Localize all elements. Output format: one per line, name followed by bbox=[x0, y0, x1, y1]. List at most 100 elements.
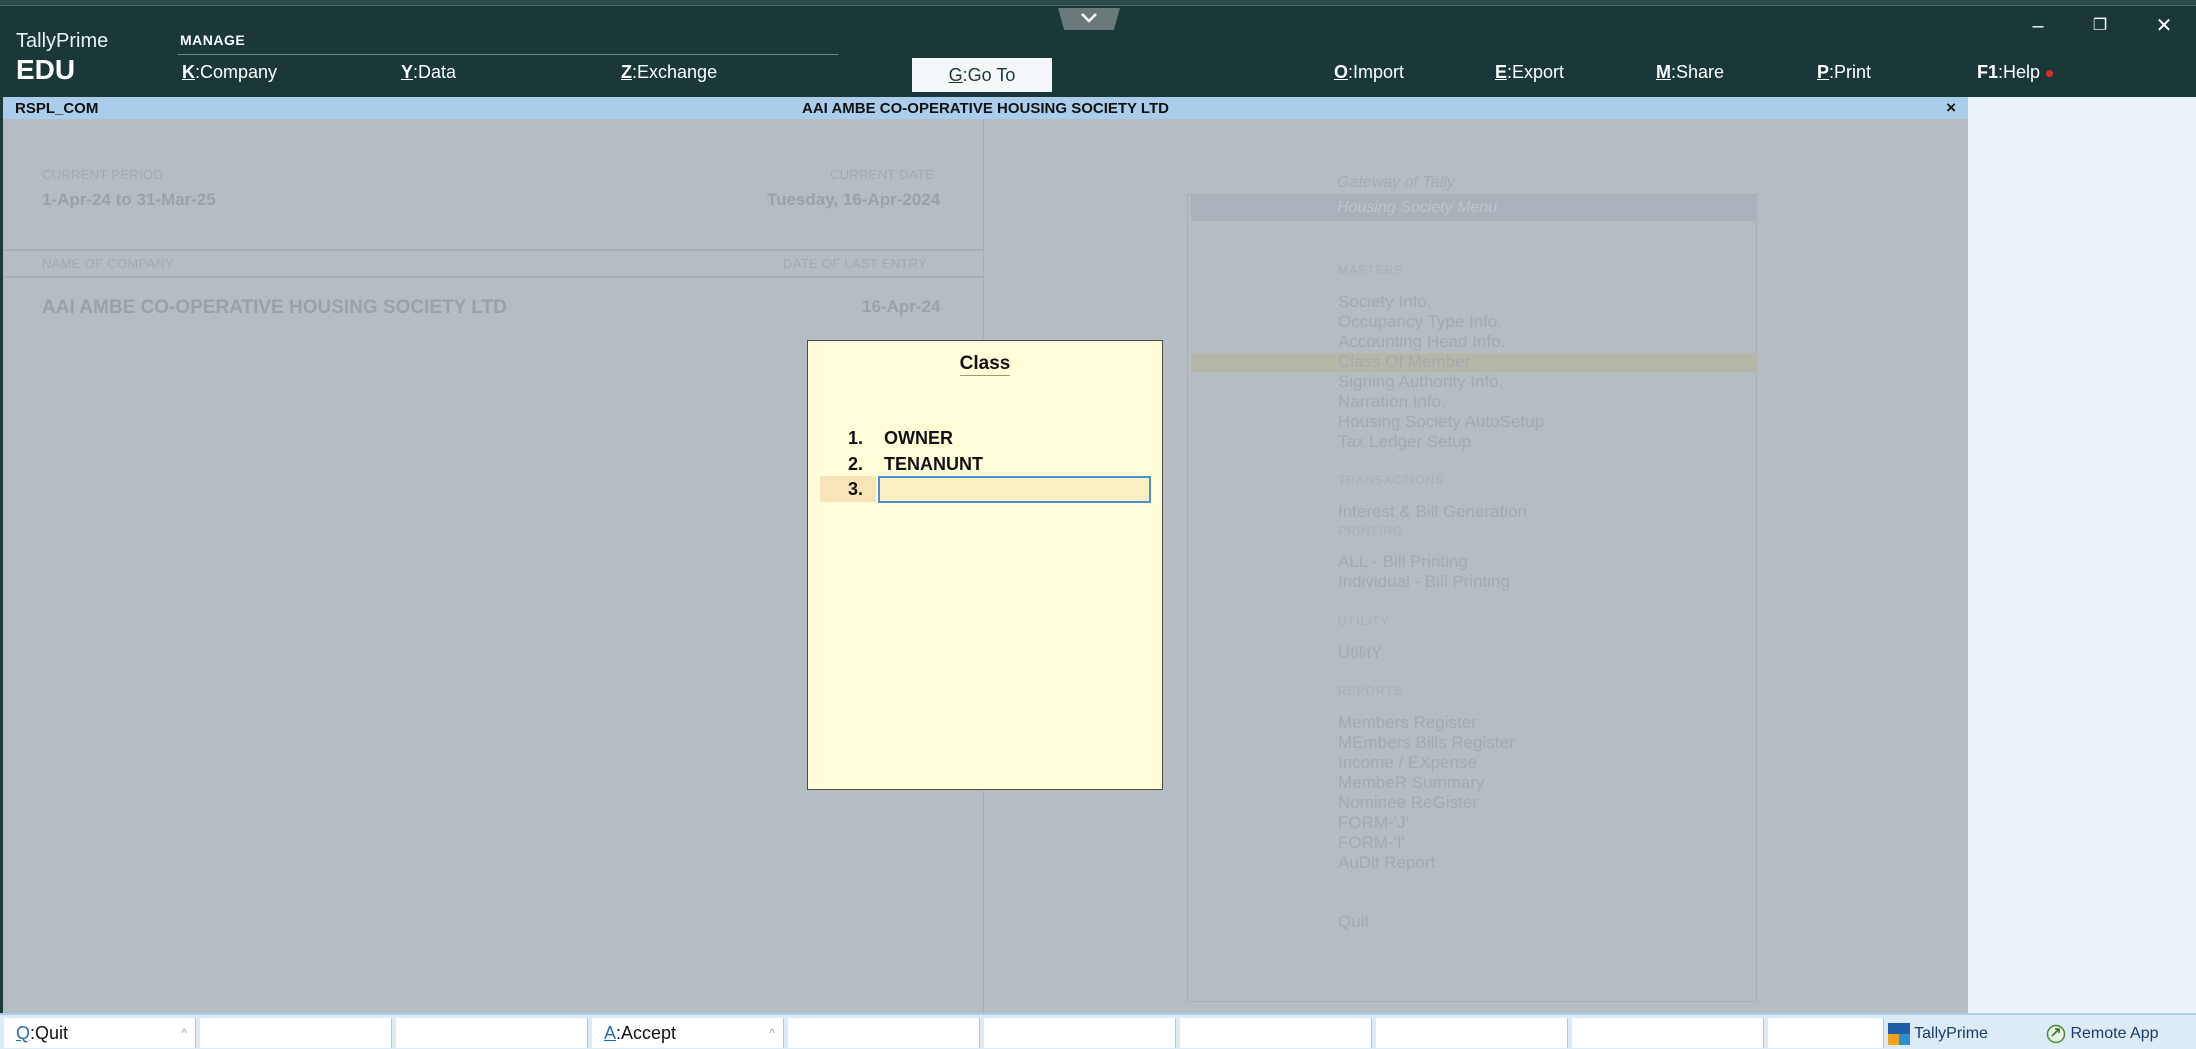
menu-item-occupancy-type[interactable]: Occupancy Type Info. bbox=[1338, 312, 1502, 332]
menu-print[interactable]: P:Print bbox=[1817, 62, 1871, 83]
section-transactions: TRANSACTIONS bbox=[1338, 473, 1445, 487]
menu-highlight-bar bbox=[1191, 353, 1757, 372]
taskbar-remote-app[interactable]: Remote App bbox=[2046, 1021, 2159, 1047]
close-company-button[interactable]: × bbox=[1946, 98, 1956, 118]
dialog-title-text: Class bbox=[959, 353, 1011, 376]
menu-item-autosetup[interactable]: Housing Society AutoSetup bbox=[1338, 412, 1544, 432]
menu-item-form-j[interactable]: FORM-'J' bbox=[1338, 813, 1409, 833]
menu-label: Go To bbox=[967, 65, 1016, 85]
shortcut-key: A bbox=[604, 1023, 617, 1043]
row-number: 3. bbox=[848, 479, 864, 499]
shortcut-key: O bbox=[1334, 62, 1349, 82]
menu-label: Company bbox=[200, 62, 278, 82]
button-label: Accept bbox=[621, 1023, 677, 1043]
class-dialog: Class 1. OWNER 2. TENANUNT 3. bbox=[807, 340, 1163, 790]
shortcut-key: M bbox=[1656, 62, 1671, 82]
restore-button[interactable]: ❐ bbox=[2085, 14, 2115, 38]
menu-item-quit[interactable]: Quit bbox=[1338, 912, 1369, 932]
dialog-title: Class bbox=[808, 353, 1162, 376]
menu-share[interactable]: M:Share bbox=[1656, 62, 1724, 83]
menu-item-member-summary[interactable]: MembeR Summary bbox=[1338, 773, 1484, 793]
menu-item-tax-ledger[interactable]: Tax Ledger Setup bbox=[1338, 432, 1471, 452]
taskbar-tallyprime[interactable]: TallyPrime bbox=[1888, 1021, 1988, 1047]
bottom-button-bar: Q:Quit ^ A:Accept ^ TallyPrime Remote Ap… bbox=[0, 1013, 2196, 1049]
collapse-header-tab[interactable] bbox=[1058, 8, 1120, 30]
menu-label: Import bbox=[1353, 62, 1405, 82]
menu-item-income-expense[interactable]: Income / EXpense bbox=[1338, 753, 1477, 773]
menu-item-members-bills-register[interactable]: MEmbers Bills Register bbox=[1338, 733, 1515, 753]
row-value: OWNER bbox=[884, 428, 953, 448]
shortcut-key: K bbox=[182, 62, 195, 82]
active-row-number: 3. bbox=[808, 476, 878, 502]
section-masters: MASTERS bbox=[1338, 263, 1404, 277]
menu-item-class-of-member[interactable]: Class Of Member bbox=[1338, 352, 1470, 372]
section-reports: REPORTS bbox=[1338, 684, 1403, 698]
minimize-button[interactable]: – bbox=[2023, 14, 2053, 38]
chevron-down-icon bbox=[1081, 13, 1097, 23]
tallyprime-app-icon bbox=[1888, 1022, 1910, 1045]
last-entry-value: 16-Apr-24 bbox=[862, 297, 941, 316]
company-name-value: AAI AMBE CO-OPERATIVE HOUSING SOCIETY LT… bbox=[42, 297, 507, 318]
class-row[interactable]: 2. TENANUNT bbox=[808, 451, 1162, 477]
shortcut-key: G bbox=[948, 65, 963, 85]
menu-company[interactable]: K:Company bbox=[182, 62, 277, 83]
shortcut-key: P bbox=[1817, 62, 1830, 82]
menu-go-to[interactable]: G:Go To bbox=[912, 58, 1052, 92]
notification-dot-icon bbox=[2046, 69, 2054, 77]
menu-item-form-i[interactable]: FORM-'I' bbox=[1338, 833, 1405, 853]
button-label: Quit bbox=[35, 1023, 69, 1043]
menu-item-utility[interactable]: UtilitY bbox=[1338, 643, 1382, 663]
menu-item-accounting-head[interactable]: Accounting Head Info. bbox=[1338, 332, 1505, 352]
menu-data[interactable]: Y:Data bbox=[401, 62, 456, 83]
menu-item-narration-info[interactable]: Narration Info. bbox=[1338, 392, 1446, 412]
class-name-input[interactable] bbox=[878, 476, 1151, 503]
menu-item-individual-bill[interactable]: Individual - Bill Printing bbox=[1338, 572, 1510, 592]
menu-help[interactable]: F1:Help bbox=[1977, 62, 2054, 83]
menu-item-signing-authority[interactable]: Signing Authority Info. bbox=[1338, 372, 1503, 392]
company-title-bar: RSPL_COM AAI AMBE CO-OPERATIVE HOUSING S… bbox=[3, 97, 1968, 119]
row-value: TENANUNT bbox=[884, 454, 983, 474]
menu-item-audit-report[interactable]: AuDit Report bbox=[1338, 853, 1435, 873]
menu-item-members-register[interactable]: Members Register bbox=[1338, 713, 1477, 733]
empty-button-slot bbox=[200, 1018, 392, 1048]
manage-label: MANAGE bbox=[180, 32, 246, 48]
menu-item-interest-bill[interactable]: Interest & Bill Generation bbox=[1338, 502, 1527, 522]
menu-import[interactable]: O:Import bbox=[1334, 62, 1404, 83]
taskbar-label: Remote App bbox=[2070, 1025, 2159, 1042]
menu-item-society-info[interactable]: Society Info. bbox=[1338, 292, 1432, 312]
empty-button-slot bbox=[984, 1018, 1176, 1048]
info-separator bbox=[3, 276, 983, 278]
taskbar-label: TallyPrime bbox=[1914, 1025, 1988, 1042]
class-row[interactable]: 1. OWNER bbox=[808, 425, 1162, 451]
empty-button-slot bbox=[1376, 1018, 1568, 1048]
shortcut-key: E bbox=[1495, 62, 1508, 82]
brand-edition: EDU bbox=[16, 54, 76, 85]
manage-underline bbox=[178, 54, 838, 55]
gateway-title: Gateway of Tally bbox=[1337, 174, 1455, 191]
menu-label: Print bbox=[1834, 62, 1872, 82]
info-separator bbox=[3, 249, 983, 251]
brand-name: TallyPrime bbox=[16, 30, 109, 52]
menu-exchange[interactable]: Z:Exchange bbox=[621, 62, 717, 83]
empty-button-slot bbox=[788, 1018, 980, 1048]
shortcut-key: Z bbox=[621, 62, 632, 82]
menu-export[interactable]: E:Export bbox=[1495, 62, 1564, 83]
section-printing: PRINTING bbox=[1338, 524, 1404, 538]
shortcut-key: Y bbox=[401, 62, 414, 82]
current-date-value: Tuesday, 16-Apr-2024 bbox=[767, 190, 941, 209]
menu-item-all-bill-printing[interactable]: ALL - Bill Printing bbox=[1338, 552, 1468, 572]
empty-button-slot bbox=[396, 1018, 588, 1048]
current-period-value: 1-Apr-24 to 31-Mar-25 bbox=[42, 190, 216, 209]
close-window-button[interactable]: ✕ bbox=[2149, 14, 2179, 38]
accept-button[interactable]: A:Accept ^ bbox=[592, 1018, 784, 1048]
row-number: 1. bbox=[848, 428, 864, 448]
quit-button[interactable]: Q:Quit ^ bbox=[4, 1018, 196, 1048]
empty-button-slot bbox=[1572, 1018, 1764, 1048]
menu-label: Help bbox=[2003, 62, 2041, 82]
remote-app-icon bbox=[2046, 1024, 2066, 1044]
shortcut-key: Q bbox=[16, 1023, 31, 1043]
shortcut-key: F1 bbox=[1977, 62, 1999, 82]
top-header: TallyPrime EDU MANAGE K:Company Y:Data Z… bbox=[0, 0, 2196, 97]
menu-item-nominee-register[interactable]: Nominee ReGister bbox=[1338, 793, 1478, 813]
housing-society-menu-title: Housing Society Menu bbox=[1191, 195, 1757, 221]
